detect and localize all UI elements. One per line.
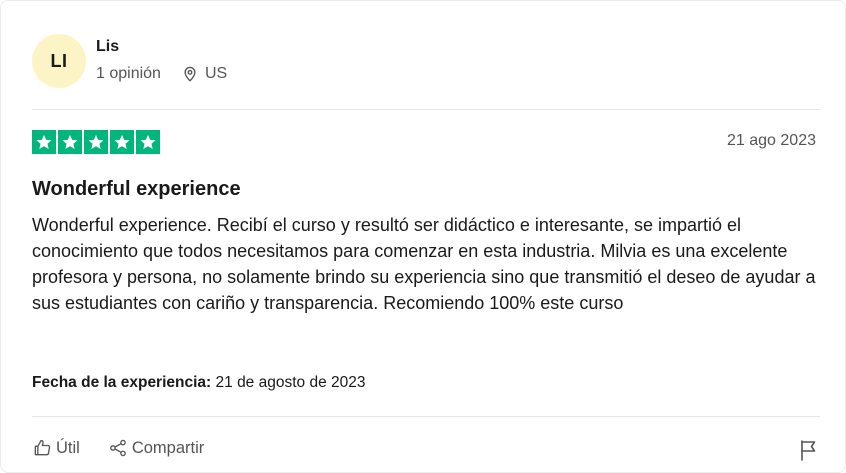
reviewer-header: LI Lis 1 opinión US xyxy=(32,34,227,88)
star-4 xyxy=(110,130,134,154)
star-5 xyxy=(136,130,160,154)
experience-date-label: Fecha de la experiencia: xyxy=(32,374,212,391)
country-code: US xyxy=(204,65,228,82)
share-button[interactable]: Compartir xyxy=(108,438,204,458)
thumbs-up-icon xyxy=(34,439,51,456)
header-divider xyxy=(32,109,820,110)
share-label: Compartir xyxy=(131,438,205,457)
useful-button[interactable]: Útil xyxy=(32,438,80,458)
reviewer-meta: 1 opinión US xyxy=(96,65,227,83)
star-icon xyxy=(114,134,130,150)
footer-divider xyxy=(32,416,820,417)
location-pin-icon xyxy=(184,66,196,82)
review-actions: Útil Compartir xyxy=(32,438,232,458)
star-3 xyxy=(84,130,108,154)
star-1 xyxy=(32,130,56,154)
reviewer-info: Lis 1 opinión US xyxy=(96,37,227,83)
review-count: 1 opinión xyxy=(96,65,161,82)
star-2 xyxy=(58,130,82,154)
star-icon xyxy=(36,134,52,150)
review-title[interactable]: Wonderful experience xyxy=(32,177,241,201)
star-icon xyxy=(140,134,156,150)
star-rating xyxy=(32,130,160,154)
share-icon xyxy=(110,439,126,457)
review-date: 21 ago 2023 xyxy=(727,132,816,149)
experience-date-value: 21 de agosto de 2023 xyxy=(215,374,366,391)
avatar-initials: LI xyxy=(50,50,68,71)
reviewer-name[interactable]: Lis xyxy=(96,37,227,57)
useful-label: Útil xyxy=(56,438,80,457)
review-card: LI Lis 1 opinión US 21 ago 2023 Wonderfu… xyxy=(0,0,846,473)
star-icon xyxy=(62,134,78,150)
reviewer-location: US xyxy=(181,65,227,83)
experience-date: Fecha de la experiencia: 21 de agosto de… xyxy=(32,374,365,392)
star-icon xyxy=(88,134,104,150)
review-body: Wonderful experience. Recibí el curso y … xyxy=(32,215,816,313)
avatar[interactable]: LI xyxy=(32,34,86,88)
flag-icon[interactable] xyxy=(799,439,819,461)
